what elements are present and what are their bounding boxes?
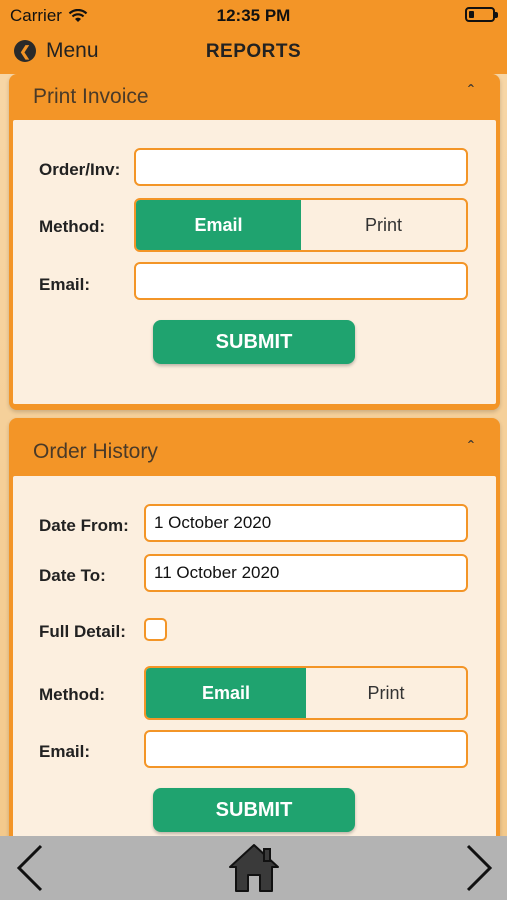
email-input[interactable] (134, 262, 468, 300)
print-invoice-body: Order/Inv: Method: Email Print Email: SU… (13, 120, 496, 404)
collapse-icon[interactable]: ˆ (468, 82, 474, 103)
email-input[interactable] (144, 730, 468, 768)
order-label: Order/Inv: (39, 160, 121, 179)
method-label: Method: (39, 685, 106, 704)
email-label: Email: (39, 742, 91, 761)
print-invoice-panel: Print Invoice ˆ Order/Inv: Method: Email… (9, 74, 500, 410)
order-input[interactable] (134, 148, 468, 186)
order-history-panel: Order History ˆ Date From: Date To: Full… (9, 418, 500, 836)
full-detail-checkbox[interactable] (144, 618, 167, 641)
full-detail-label: Full Detail: (39, 622, 126, 641)
content-area[interactable]: Print Invoice ˆ Order/Inv: Method: Email… (0, 74, 507, 836)
method-segmented-control: Email Print (134, 198, 468, 252)
date-to-input[interactable] (144, 554, 468, 592)
method-segmented-control: Email Print (144, 666, 468, 720)
method-print-option[interactable]: Print (301, 200, 466, 250)
battery-icon (465, 7, 498, 22)
method-email-option[interactable]: Email (146, 668, 306, 718)
bottom-toolbar (0, 836, 507, 900)
back-button[interactable] (8, 836, 52, 900)
print-invoice-header[interactable]: Print Invoice ˆ (9, 74, 500, 120)
date-from-label: Date From: (39, 516, 129, 535)
email-label: Email: (39, 275, 91, 294)
forward-button[interactable] (457, 836, 501, 900)
home-button[interactable] (224, 836, 284, 900)
print-invoice-title: Print Invoice (33, 85, 149, 108)
date-from-input[interactable] (144, 504, 468, 542)
home-icon (229, 844, 279, 892)
date-to-label: Date To: (39, 566, 106, 585)
method-email-option[interactable]: Email (136, 200, 301, 250)
status-bar: Carrier 12:35 PM (0, 0, 507, 30)
order-history-body: Date From: Date To: Full Detail: Method:… (13, 476, 496, 836)
status-time: 12:35 PM (216, 6, 291, 25)
order-history-submit-button[interactable]: SUBMIT (153, 788, 355, 832)
collapse-icon[interactable]: ˆ (468, 438, 474, 459)
nav-bar: ❮ Menu REPORTS (0, 30, 507, 74)
order-history-header[interactable]: Order History ˆ (9, 418, 500, 464)
print-invoice-submit-button[interactable]: SUBMIT (153, 320, 355, 364)
method-label: Method: (39, 217, 106, 236)
chevron-left-icon (16, 844, 43, 892)
chevron-right-icon (466, 844, 493, 892)
method-print-option[interactable]: Print (306, 668, 466, 718)
page-title: REPORTS (205, 41, 302, 62)
order-history-title: Order History (33, 440, 158, 463)
